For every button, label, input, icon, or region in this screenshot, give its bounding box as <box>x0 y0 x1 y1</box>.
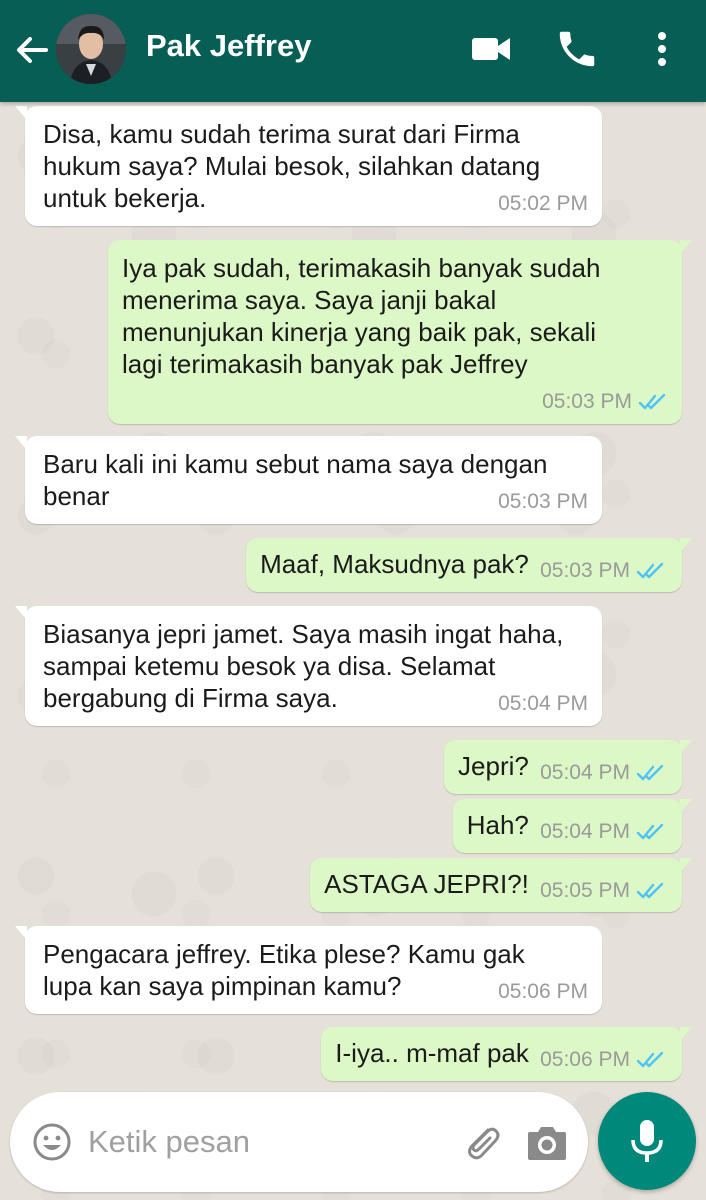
emoji-button[interactable] <box>32 1122 72 1162</box>
message-time: 05:06 PM <box>498 980 588 1003</box>
contact-avatar[interactable] <box>56 14 126 84</box>
message-outgoing[interactable]: Maaf, Maksudnya pak? 05:03 PM <box>246 538 692 592</box>
video-call-icon <box>472 38 510 60</box>
contact-name[interactable]: Pak Jeffrey <box>146 28 311 64</box>
message-text: Iya pak sudah, terimakasih banyak sudah … <box>122 253 601 379</box>
voice-record-button[interactable] <box>598 1092 696 1190</box>
message-input[interactable] <box>88 1118 438 1166</box>
message-text: Jepri? <box>458 751 529 781</box>
emoji-icon <box>33 1123 71 1161</box>
message-time: 05:03 PM <box>540 559 630 582</box>
message-outgoing[interactable]: Hah? 05:04 PM <box>452 799 693 853</box>
message-list[interactable]: Disa, kamu sudah terima surat dari Firma… <box>0 102 706 1092</box>
message-text: Hah? <box>466 810 529 840</box>
voice-call-button[interactable] <box>554 26 600 72</box>
double-check-icon <box>636 882 664 899</box>
back-button[interactable] <box>12 30 52 70</box>
message-incoming[interactable]: Pengacara jeffrey. Etika plese? Kamu gak… <box>15 926 602 1014</box>
camera-icon <box>528 1127 566 1160</box>
message-meta: 05:06 PM <box>498 976 588 1008</box>
double-check-icon <box>636 823 664 840</box>
message-meta: 05:06 PM <box>540 1044 666 1076</box>
message-incoming[interactable]: Baru kali ini kamu sebut nama saya denga… <box>15 436 602 524</box>
phone-icon <box>559 31 595 67</box>
message-time: 05:02 PM <box>498 192 588 215</box>
message-text: Maaf, Maksudnya pak? <box>260 549 529 579</box>
paperclip-icon <box>468 1127 500 1160</box>
arrow-left-icon <box>17 37 48 63</box>
camera-button[interactable] <box>524 1120 570 1166</box>
message-meta: 05:03 PM <box>540 555 666 587</box>
message-time: 05:05 PM <box>540 879 630 902</box>
message-meta: 05:02 PM <box>498 188 588 220</box>
more-vertical-icon <box>658 32 666 66</box>
message-incoming[interactable]: Disa, kamu sudah terima surat dari Firma… <box>15 106 602 226</box>
message-meta: 05:04 PM <box>498 688 588 720</box>
message-meta: 05:05 PM <box>540 875 666 907</box>
avatar-photo <box>56 14 126 84</box>
message-incoming[interactable]: Biasanya jepri jamet. Saya masih ingat h… <box>15 606 602 726</box>
message-outgoing[interactable]: ASTAGA JEPRI?! 05:05 PM <box>310 858 692 912</box>
message-text: I-iya.. m-maf pak <box>335 1038 529 1068</box>
video-call-button[interactable] <box>468 26 514 72</box>
message-outgoing[interactable]: I-iya.. m-maf pak 05:06 PM <box>321 1027 692 1081</box>
more-options-button[interactable] <box>640 26 684 72</box>
message-time: 05:04 PM <box>498 692 588 715</box>
message-meta: 05:04 PM <box>540 757 666 789</box>
microphone-icon <box>631 1120 663 1162</box>
double-check-icon <box>636 562 664 579</box>
message-composer <box>10 1092 588 1192</box>
message-text: ASTAGA JEPRI?! <box>324 869 529 899</box>
chat-header: Pak Jeffrey <box>0 0 706 102</box>
attach-button[interactable] <box>458 1118 506 1166</box>
message-time: 05:03 PM <box>542 390 632 413</box>
message-time: 05:04 PM <box>540 761 630 784</box>
message-outgoing[interactable]: Iya pak sudah, terimakasih banyak sudah … <box>108 240 692 424</box>
message-meta: 05:04 PM <box>540 816 666 848</box>
message-time: 05:04 PM <box>540 820 630 843</box>
message-meta: 05:03 PM <box>498 486 588 518</box>
double-check-icon <box>638 393 666 410</box>
double-check-icon <box>636 764 664 781</box>
message-time: 05:06 PM <box>540 1048 630 1071</box>
message-outgoing[interactable]: Jepri? 05:04 PM <box>444 740 692 794</box>
message-time: 05:03 PM <box>498 490 588 513</box>
double-check-icon <box>636 1051 664 1068</box>
message-meta: 05:03 PM <box>542 386 668 418</box>
